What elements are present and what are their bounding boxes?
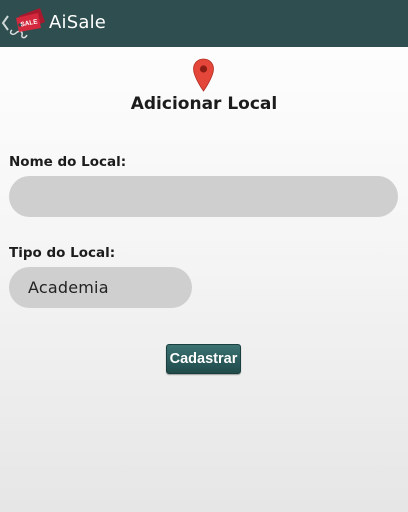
action-bar: SALE AiSale — [0, 0, 408, 47]
submit-button[interactable]: Cadastrar — [166, 344, 241, 374]
place-type-label: Tipo do Local: — [9, 245, 116, 261]
place-type-selected-value: Academia — [28, 278, 109, 297]
place-type-select[interactable]: Academia — [9, 267, 192, 308]
place-name-input[interactable] — [9, 176, 398, 217]
place-name-label: Nome do Local: — [9, 154, 127, 170]
sale-tag-icon[interactable]: SALE — [7, 5, 47, 41]
map-pin-icon — [193, 58, 214, 92]
page-title: Adicionar Local — [130, 94, 278, 114]
app-title: AiSale — [49, 12, 107, 33]
